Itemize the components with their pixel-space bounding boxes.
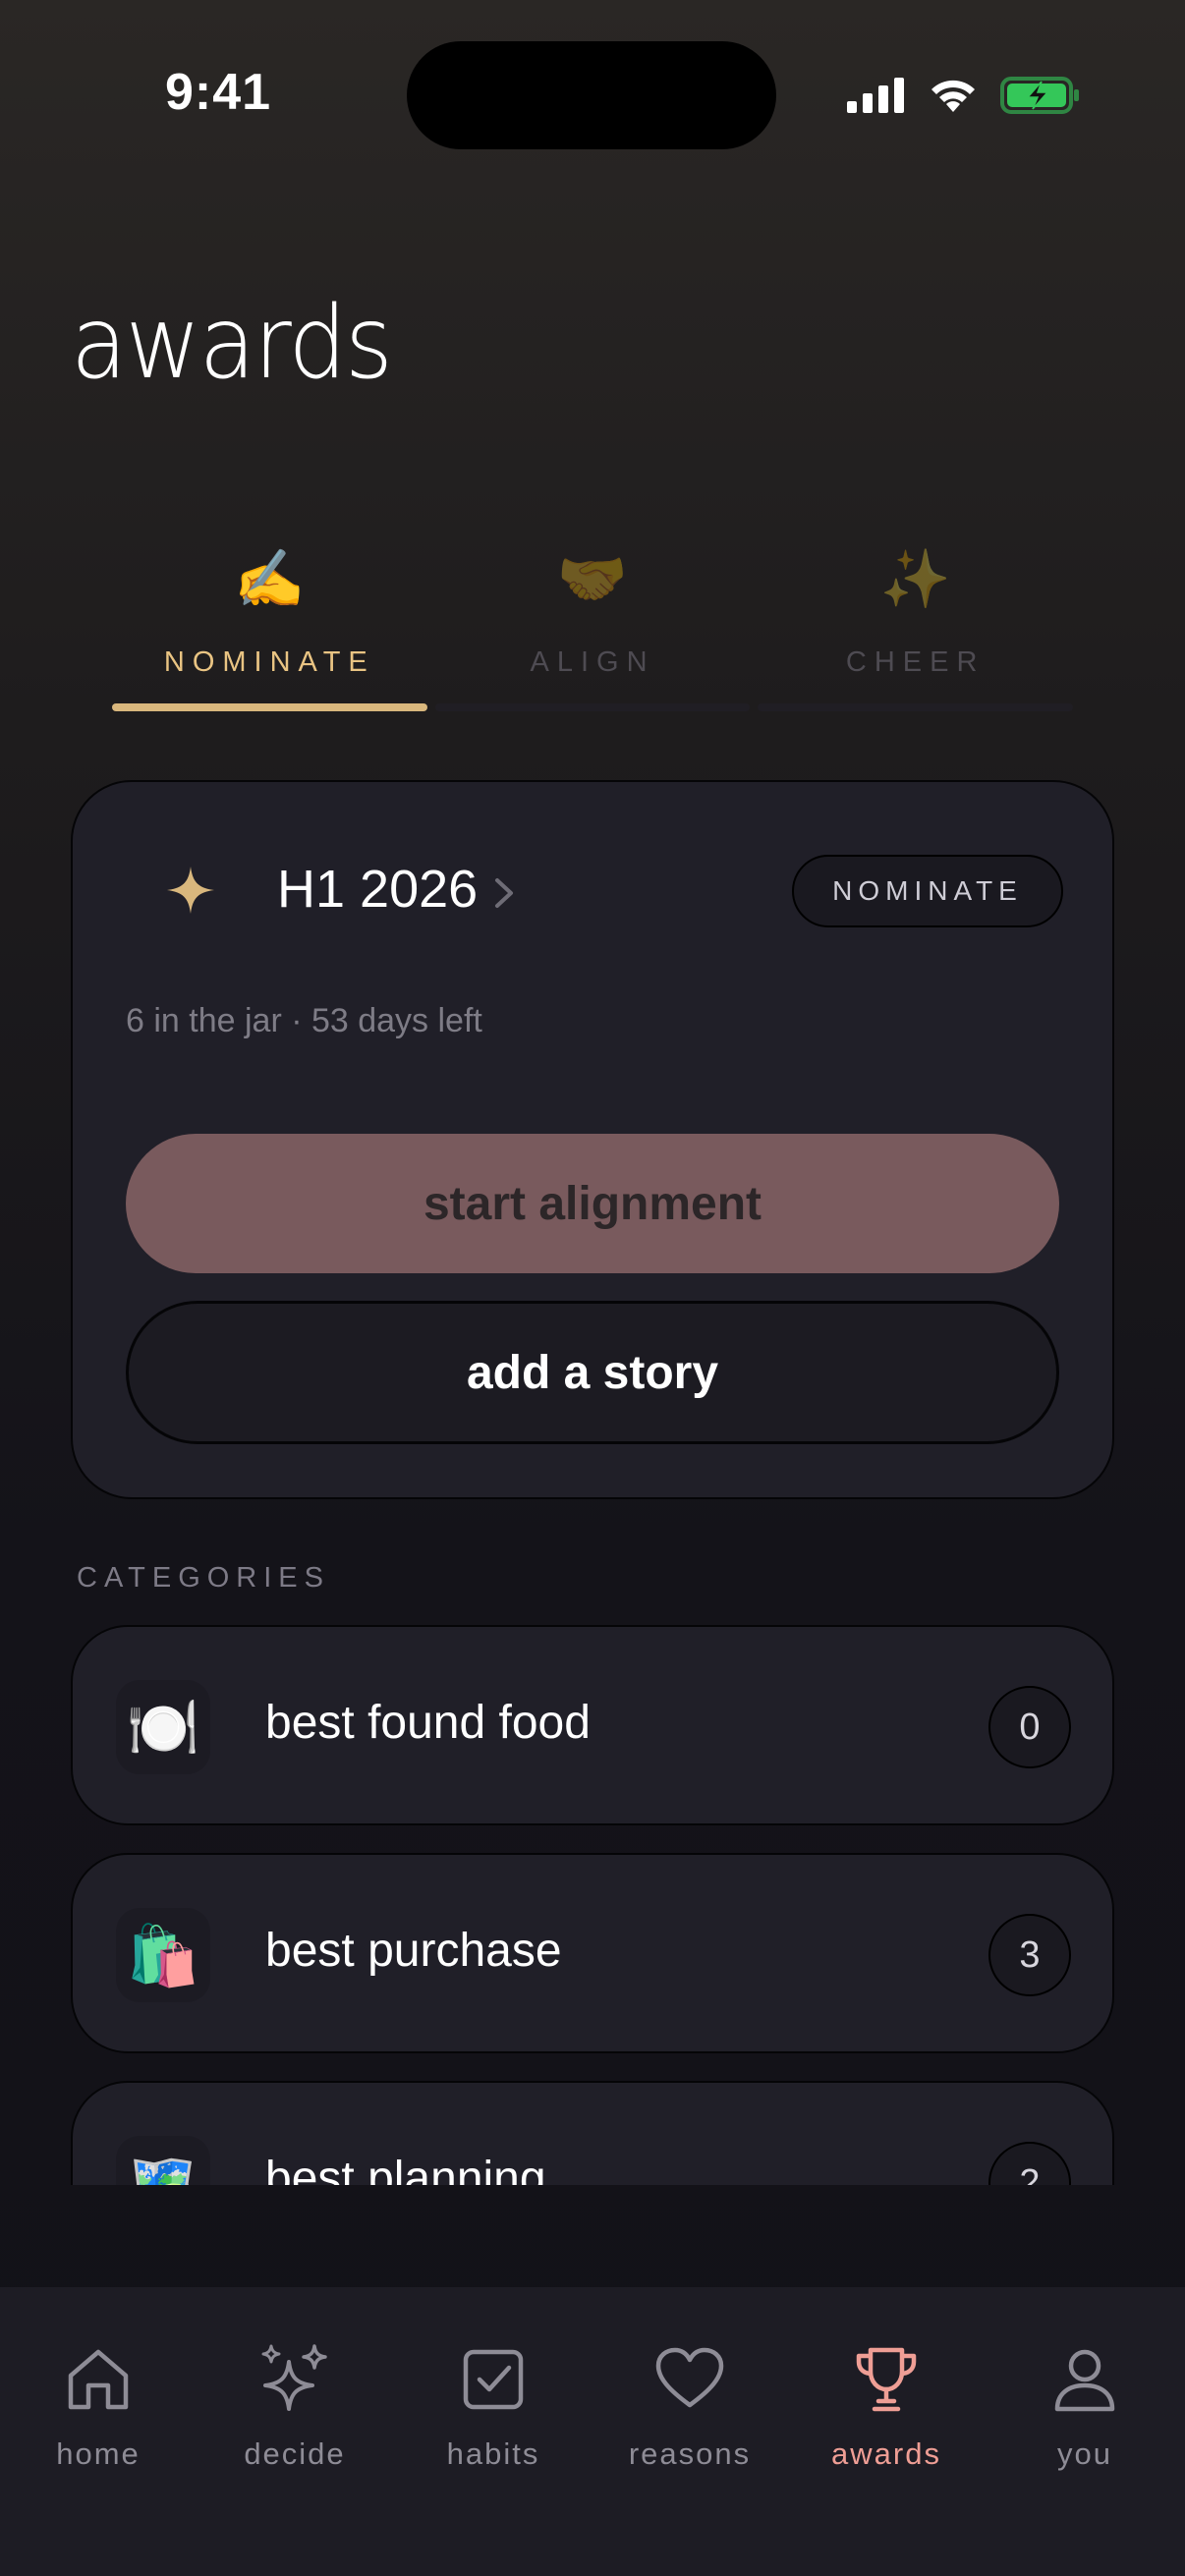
status-icons [847, 71, 1081, 120]
phase-tabs: ✍️ NOMINATE 🤝 ALIGN ✨ CHEER [112, 540, 1074, 717]
plate-cutlery-icon: 🍽️ [116, 1680, 210, 1774]
cellular-signal-icon [847, 78, 904, 113]
period-title[interactable]: H1 2026 [277, 859, 478, 920]
add-story-button[interactable]: add a story [126, 1301, 1059, 1444]
tab-underline [434, 703, 751, 711]
trophy-icon [856, 2347, 917, 2412]
tab-label: NOMINATE [163, 646, 375, 678]
handshake-icon: 🤝 [556, 547, 629, 611]
battery-charging-icon [1000, 77, 1079, 114]
period-card: H1 2026 NOMINATE 6 in the jar · 53 days … [71, 780, 1114, 1499]
person-icon [1054, 2349, 1115, 2412]
nav-label: you [1057, 2436, 1112, 2471]
category-count-badge: 2 [988, 2142, 1071, 2185]
category-row-best-purchase[interactable]: 🛍️ best purchase 3 [71, 1853, 1114, 2053]
page-title: awards [71, 285, 393, 402]
tab-align[interactable]: 🤝 ALIGN [434, 540, 751, 717]
category-row-best-found-food[interactable]: 🍽️ best found food 0 [71, 1625, 1114, 1825]
nav-label: decide [244, 2436, 346, 2471]
category-name: best planning [265, 2153, 546, 2185]
start-alignment-button[interactable]: start alignment [126, 1134, 1059, 1273]
nav-decide[interactable]: decide [197, 2340, 393, 2507]
tab-underline [112, 703, 427, 711]
nav-awards[interactable]: awards [788, 2340, 985, 2507]
tab-label: ALIGN [530, 646, 655, 678]
dynamic-island [407, 41, 776, 149]
nav-label: reasons [628, 2436, 752, 2471]
tab-nominate[interactable]: ✍️ NOMINATE [112, 540, 427, 717]
category-count-badge: 0 [988, 1686, 1071, 1768]
nav-you[interactable]: you [987, 2340, 1183, 2507]
shopping-bags-icon: 🛍️ [116, 1908, 210, 2002]
nav-label: home [56, 2436, 141, 2471]
status-bar: 9:41 [0, 0, 1185, 177]
wifi-icon [931, 80, 975, 112]
sparkles-icon [261, 2344, 327, 2411]
nav-label: awards [831, 2436, 941, 2471]
nav-habits[interactable]: habits [395, 2340, 592, 2507]
category-row-best-planning[interactable]: 🗺️ best planning 2 [71, 2081, 1114, 2185]
category-name: best found food [265, 1697, 591, 1749]
world-map-icon: 🗺️ [116, 2136, 210, 2185]
status-time: 9:41 [165, 64, 272, 121]
tab-underline [758, 703, 1074, 711]
bottom-nav: home decide habits reasons awards you [0, 2287, 1185, 2576]
jar-info: 6 in the jar · 53 days left [126, 1002, 482, 1039]
categories-heading: CATEGORIES [77, 1562, 330, 1594]
nav-label: habits [446, 2436, 540, 2471]
category-name: best purchase [265, 1925, 562, 1977]
category-count-badge: 3 [988, 1914, 1071, 1996]
heart-icon [655, 2347, 724, 2408]
category-list: 🍽️ best found food 0 🛍️ best purchase 3 … [71, 1625, 1114, 2185]
chevron-right-icon[interactable] [491, 876, 517, 910]
nav-home[interactable]: home [0, 2340, 197, 2507]
phase-badge: NOMINATE [792, 855, 1063, 927]
checkbox-icon [463, 2349, 524, 2410]
tab-cheer[interactable]: ✨ CHEER [758, 540, 1074, 717]
sparkles-icon: ✨ [879, 547, 951, 611]
home-icon [68, 2349, 129, 2410]
sparkle-icon [167, 867, 214, 914]
writing-hand-icon: ✍️ [234, 547, 306, 611]
tab-label: CHEER [845, 646, 986, 678]
nav-reasons[interactable]: reasons [592, 2340, 788, 2507]
